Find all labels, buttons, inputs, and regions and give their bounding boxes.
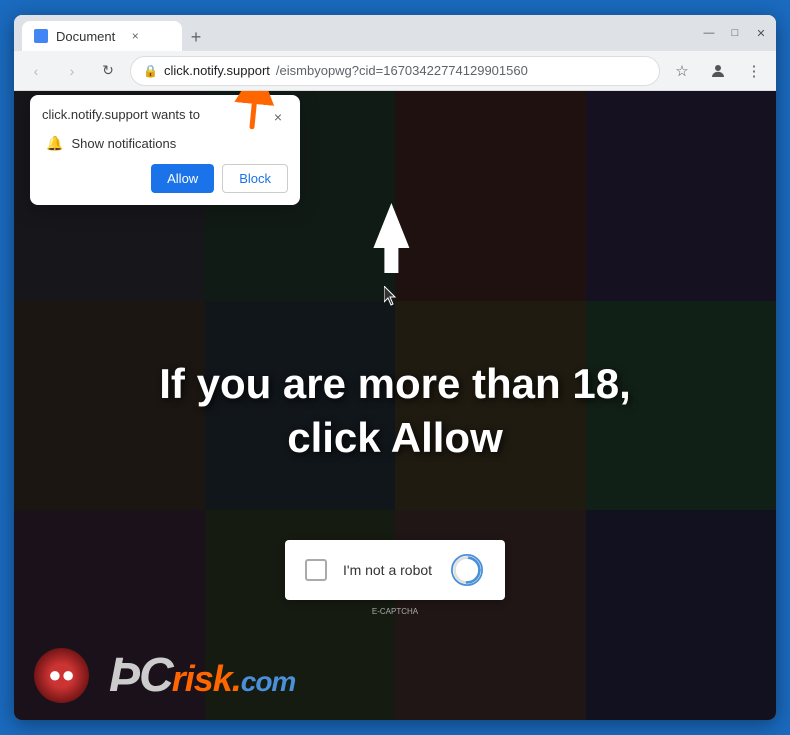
tab-favicon — [34, 29, 48, 43]
block-button[interactable]: Block — [222, 164, 288, 193]
main-text-line1: If you are more than 18, — [159, 356, 630, 411]
bookmark-button[interactable]: ☆ — [668, 57, 696, 85]
brand-pc: ÞC — [109, 649, 172, 702]
webpage-content: click.notify.support wants to × 🔔 Show n… — [14, 91, 776, 720]
captcha-label: I'm not a robot — [343, 562, 433, 578]
captcha-subtext: E-CAPTCHA — [372, 607, 418, 616]
main-page-text: If you are more than 18, click Allow — [159, 356, 630, 465]
notification-popup: click.notify.support wants to × 🔔 Show n… — [30, 95, 300, 205]
brand-com: com — [241, 666, 296, 697]
minimize-button[interactable]: — — [702, 26, 716, 40]
brand-logo: ●● — [34, 648, 89, 703]
url-domain: click.notify.support — [164, 63, 270, 78]
tab-title: Document — [56, 29, 115, 44]
tab-area: Document × + — [22, 15, 694, 51]
account-button[interactable] — [704, 57, 732, 85]
url-bar[interactable]: 🔒 click.notify.support /eismbyopwg?cid=1… — [130, 56, 660, 86]
active-tab[interactable]: Document × — [22, 21, 182, 51]
notification-row-text: Show notifications — [71, 136, 176, 151]
captcha-widget[interactable]: I'm not a robot — [285, 540, 505, 600]
captcha-logo — [449, 552, 485, 588]
white-arrow-head — [373, 203, 409, 248]
title-bar: Document × + — □ ✕ — [14, 15, 776, 51]
browser-menu-button[interactable]: ⋮ — [740, 57, 768, 85]
url-path: /eismbyopwg?cid=16703422774129901560 — [276, 63, 528, 78]
close-window-button[interactable]: ✕ — [754, 26, 768, 40]
popup-notification-row: 🔔 Show notifications — [42, 135, 288, 152]
allow-button[interactable]: Allow — [151, 164, 214, 193]
bell-icon: 🔔 — [46, 135, 63, 152]
refresh-button[interactable]: ↻ — [94, 57, 122, 85]
white-arrow-stem — [384, 248, 398, 273]
forward-button[interactable]: › — [58, 57, 86, 85]
captcha-checkbox[interactable] — [305, 559, 327, 581]
back-button[interactable]: ‹ — [22, 57, 50, 85]
address-bar: ‹ › ↻ 🔒 click.notify.support /eismbyopwg… — [14, 51, 776, 91]
main-text-line2: click Allow — [159, 411, 630, 466]
brand-risk: risk. — [172, 658, 241, 699]
browser-window: Document × + — □ ✕ ‹ › ↻ 🔒 click.notify.… — [14, 15, 776, 720]
new-tab-button[interactable]: + — [182, 23, 210, 51]
maximize-button[interactable]: □ — [728, 26, 742, 40]
brand-name: ÞCrisk.com — [109, 648, 295, 703]
popup-title: click.notify.support wants to — [42, 107, 200, 122]
window-controls: — □ ✕ — [694, 26, 768, 40]
bottom-branding: ●● ÞCrisk.com — [14, 630, 776, 720]
popup-buttons: Allow Block — [42, 164, 288, 193]
tab-close-button[interactable]: × — [127, 28, 143, 44]
brand-logo-icon: ●● — [48, 662, 75, 688]
white-arrow-indicator — [373, 203, 409, 273]
lock-icon: 🔒 — [143, 64, 158, 78]
